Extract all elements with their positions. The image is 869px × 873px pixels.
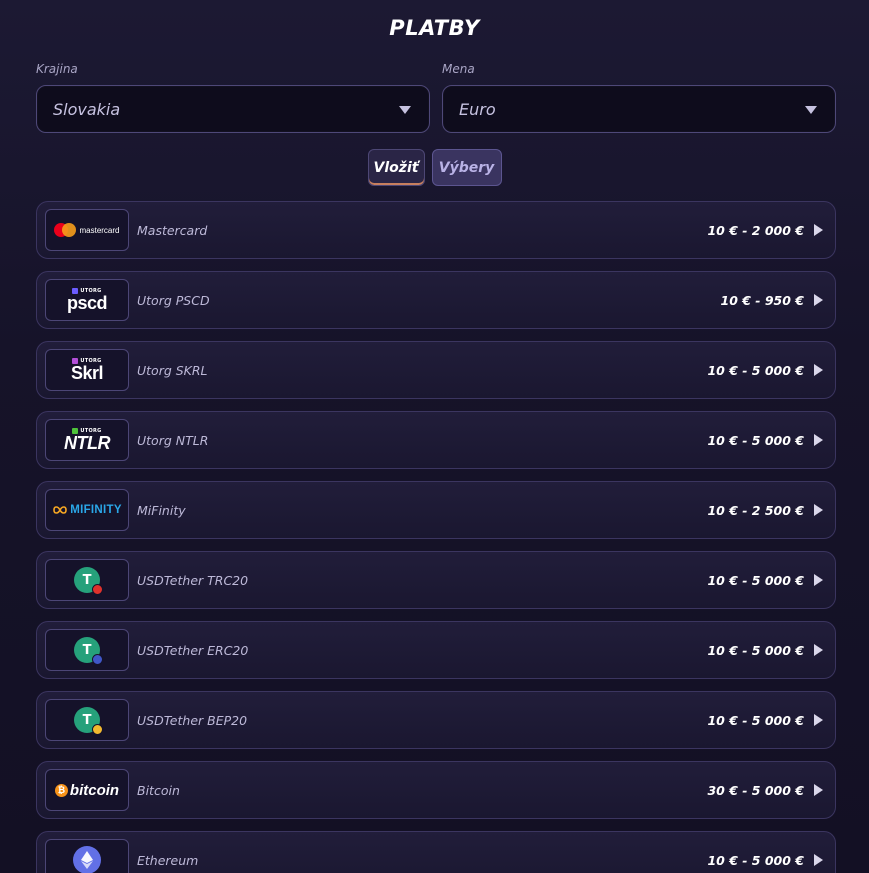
method-name: USDTether ERC20 xyxy=(137,642,249,658)
tether-trc20-icon: T xyxy=(45,559,129,601)
method-range: 10 € - 5 000 € xyxy=(707,852,804,868)
utorg-product: Skrl xyxy=(70,363,104,383)
play-arrow-icon xyxy=(814,644,823,656)
method-range: 10 € - 5 000 € xyxy=(707,712,804,728)
payment-method-row[interactable]: T USDTether TRC20 10 € - 5 000 € xyxy=(36,551,836,609)
utorg-pscd-logo: UTORG pscd xyxy=(45,279,129,321)
method-name: MiFinity xyxy=(137,502,186,518)
play-arrow-icon xyxy=(814,224,823,236)
mastercard-circles-icon xyxy=(54,223,77,237)
utorg-skrl-logo: UTORG Skrl xyxy=(45,349,129,391)
utorg-product: pscd xyxy=(66,293,108,313)
method-name: USDTether BEP20 xyxy=(137,712,248,728)
play-arrow-icon xyxy=(814,714,823,726)
method-range: 10 € - 5 000 € xyxy=(707,642,804,658)
currency-select[interactable]: Euro xyxy=(442,85,836,133)
play-arrow-icon xyxy=(814,294,823,306)
utorg-ntlr-logo: UTORG NTLR xyxy=(45,419,129,461)
tab-deposit[interactable]: Vložiť xyxy=(367,149,425,186)
mifinity-infinity-icon xyxy=(53,506,68,514)
payment-method-row[interactable]: Ethereum 10 € - 5 000 € xyxy=(36,831,836,873)
chevron-down-icon xyxy=(805,106,817,114)
payment-method-row[interactable]: UTORG NTLR Utorg NTLR 10 € - 5 000 € xyxy=(36,411,836,469)
play-arrow-icon xyxy=(814,784,823,796)
play-arrow-icon xyxy=(814,854,823,866)
tether-erc20-icon: T xyxy=(45,629,129,671)
payment-method-row[interactable]: MIFINITY MiFinity 10 € - 2 500 € xyxy=(36,481,836,539)
country-label: Krajina xyxy=(36,62,78,76)
payment-method-row[interactable]: mastercard Mastercard 10 € - 2 000 € xyxy=(36,201,836,259)
method-name: Ethereum xyxy=(137,852,199,868)
page-title: PLATBY xyxy=(389,16,480,40)
method-name: USDTether TRC20 xyxy=(137,572,249,588)
bitcoin-logo: ₿ bitcoin xyxy=(45,769,129,811)
tether-bep20-icon: T xyxy=(45,699,129,741)
ethereum-icon xyxy=(45,839,129,873)
payment-tabs: Vložiť Výbery xyxy=(0,149,869,186)
play-arrow-icon xyxy=(814,434,823,446)
payment-method-row[interactable]: UTORG Skrl Utorg SKRL 10 € - 5 000 € xyxy=(36,341,836,399)
payment-method-row[interactable]: T USDTether BEP20 10 € - 5 000 € xyxy=(36,691,836,749)
method-name: Bitcoin xyxy=(137,782,180,798)
method-name: Utorg PSCD xyxy=(137,292,210,308)
method-name: Utorg NTLR xyxy=(137,432,209,448)
tab-withdrawals[interactable]: Výbery xyxy=(431,149,502,186)
method-range: 10 € - 5 000 € xyxy=(707,362,804,378)
payments-page: PLATBY Krajina Slovakia Mena Euro Vložiť… xyxy=(0,0,869,873)
payment-method-row[interactable]: T USDTether ERC20 10 € - 5 000 € xyxy=(36,621,836,679)
method-name: Mastercard xyxy=(137,222,208,238)
bitcoin-coin-icon: ₿ xyxy=(54,783,68,797)
bitcoin-logo-text: bitcoin xyxy=(69,781,120,799)
method-range: 30 € - 5 000 € xyxy=(707,782,804,798)
method-range: 10 € - 2 500 € xyxy=(707,502,804,518)
method-range: 10 € - 2 000 € xyxy=(707,222,804,238)
country-value: Slovakia xyxy=(53,99,121,119)
currency-label: Mena xyxy=(442,62,475,76)
mifinity-logo: MIFINITY xyxy=(45,489,129,531)
play-arrow-icon xyxy=(814,574,823,586)
mifinity-logo-text: MIFINITY xyxy=(70,504,122,516)
chevron-down-icon xyxy=(399,106,411,114)
method-name: Utorg SKRL xyxy=(137,362,208,378)
payment-method-row[interactable]: ₿ bitcoin Bitcoin 30 € - 5 000 € xyxy=(36,761,836,819)
country-select[interactable]: Slovakia xyxy=(36,85,430,133)
payment-method-row[interactable]: UTORG pscd Utorg PSCD 10 € - 950 € xyxy=(36,271,836,329)
mastercard-logo-text: mastercard xyxy=(79,225,120,235)
play-arrow-icon xyxy=(814,504,823,516)
utorg-product: NTLR xyxy=(64,433,111,453)
method-range: 10 € - 950 € xyxy=(720,292,804,308)
mastercard-logo: mastercard xyxy=(45,209,129,251)
play-arrow-icon xyxy=(814,364,823,376)
method-range: 10 € - 5 000 € xyxy=(707,432,804,448)
currency-value: Euro xyxy=(459,99,496,119)
method-range: 10 € - 5 000 € xyxy=(707,572,804,588)
